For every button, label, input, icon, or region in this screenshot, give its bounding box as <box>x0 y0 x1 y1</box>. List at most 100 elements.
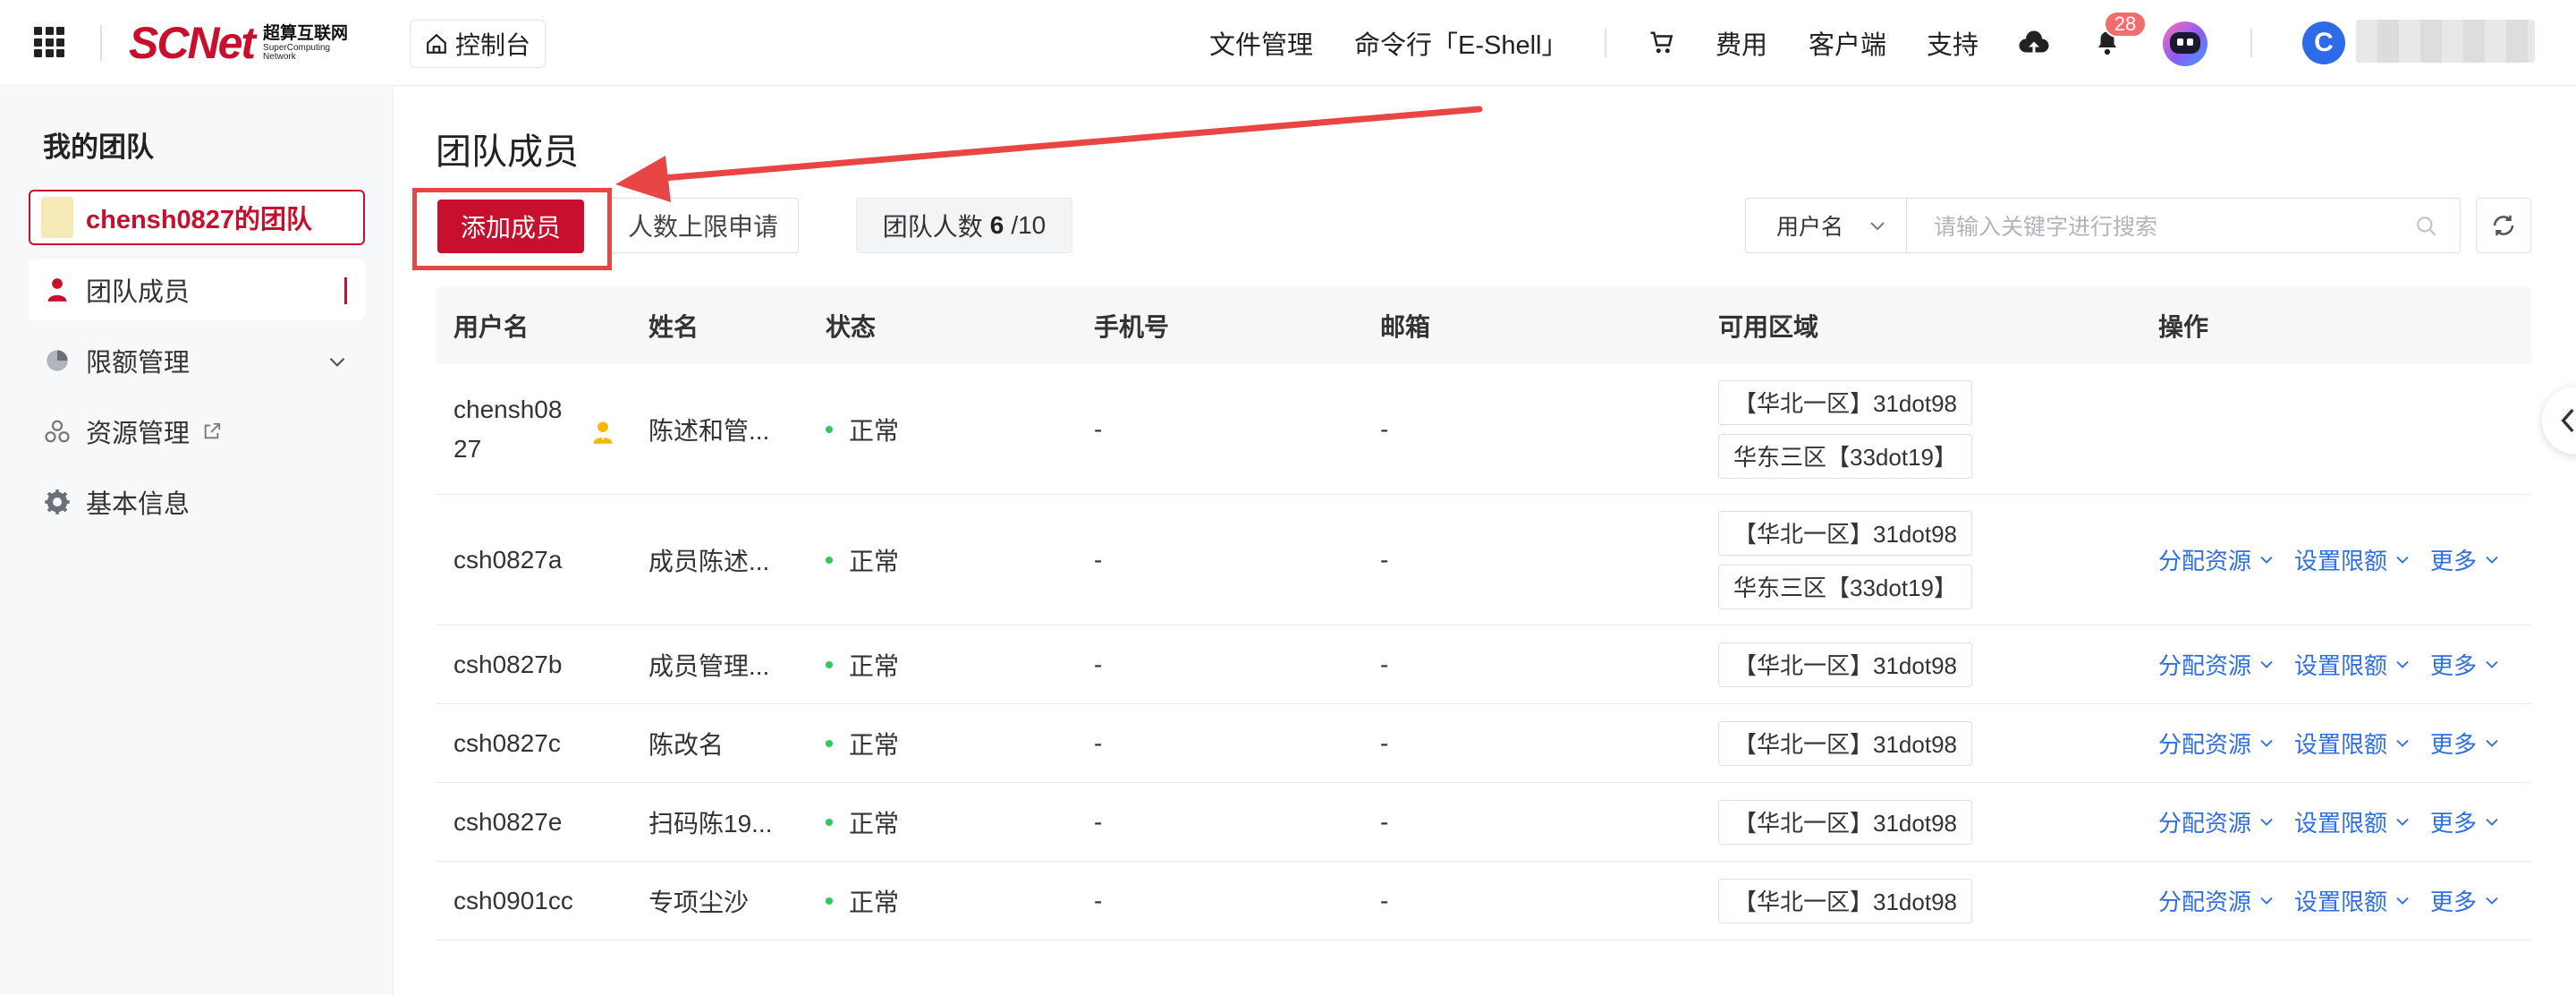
cell-status: 正常 <box>826 542 899 578</box>
cloud-upload-icon[interactable] <box>2016 25 2052 61</box>
divider <box>2250 29 2252 57</box>
assign-resource-link[interactable]: 分配资源 <box>2158 543 2275 576</box>
sidebar-item-label: 团队成员 <box>86 278 191 307</box>
team-selector[interactable]: chensh0827的团队 <box>29 190 365 245</box>
set-quota-link[interactable]: 设置限额 <box>2294 727 2411 760</box>
chevron-down-icon <box>2260 897 2273 905</box>
cell-username: csh0901cc <box>453 886 573 914</box>
cell-regions: 【华北一区】31dot98 华东三区【33dot19】 <box>1718 510 1972 609</box>
cell-name: 成员陈述... <box>648 547 770 575</box>
logo-en: SuperComputing Network <box>263 42 331 62</box>
cell-actions: 分配资源 设置限额 更多 <box>2158 727 2500 760</box>
cell-status: 正常 <box>826 647 899 683</box>
chevron-down-icon <box>2486 660 2498 668</box>
region-tag: 华东三区【33dot19】 <box>1718 433 1972 479</box>
nav-shell[interactable]: 命令行「E-Shell」 <box>1354 0 1568 86</box>
cell-username: csh0827a <box>453 545 563 574</box>
table-row: csh0827b 成员管理... 正常 - - 【华北一区】31dot98 分配… <box>436 625 2531 704</box>
top-bar: SCNet 超算互联网 SuperComputing Network 控制台 文… <box>0 0 2576 86</box>
cell-username: chensh08 27 <box>453 395 563 463</box>
active-indicator <box>344 277 347 304</box>
pie-chart-icon <box>43 346 72 375</box>
cell-regions: 【华北一区】31dot98 <box>1718 799 1972 845</box>
main-content: 团队成员 添加成员 人数上限申请 团队人数 6 /10 用户名 请输入关键字进行… <box>394 87 2576 995</box>
console-button[interactable]: 控制台 <box>410 20 547 68</box>
cell-email: - <box>1380 886 1389 914</box>
column-header: 邮箱 <box>1380 313 1431 341</box>
nav-files[interactable]: 文件管理 <box>1209 0 1313 86</box>
limit-request-button[interactable]: 人数上限申请 <box>607 198 799 253</box>
gear-icon <box>43 488 72 516</box>
more-link[interactable]: 更多 <box>2430 543 2500 576</box>
assign-resource-link[interactable]: 分配资源 <box>2158 884 2275 917</box>
table-header: 用户名 姓名 状态 手机号 邮箱 可用区域 操作 <box>436 287 2531 364</box>
cell-status: 正常 <box>826 726 899 761</box>
resources-icon <box>43 417 72 446</box>
more-link[interactable]: 更多 <box>2430 727 2500 760</box>
notification-badge: 28 <box>2104 11 2147 38</box>
set-quota-link[interactable]: 设置限额 <box>2294 543 2411 576</box>
cell-email: - <box>1380 545 1389 574</box>
more-link[interactable]: 更多 <box>2430 805 2500 838</box>
column-header: 用户名 <box>453 313 530 341</box>
chevron-down-icon <box>2260 818 2273 826</box>
assign-resource-link[interactable]: 分配资源 <box>2158 805 2275 838</box>
sidebar-item-members[interactable]: 团队成员 <box>29 259 365 320</box>
assign-resource-link[interactable]: 分配资源 <box>2158 648 2275 681</box>
cell-status: 正常 <box>826 412 899 447</box>
team-count-max: /10 <box>1011 211 1046 239</box>
chevron-down-icon <box>2260 556 2273 564</box>
more-link[interactable]: 更多 <box>2430 884 2500 917</box>
nav-support[interactable]: 支持 <box>1927 0 1979 86</box>
nav-fees[interactable]: 费用 <box>1716 0 1767 86</box>
more-link[interactable]: 更多 <box>2430 648 2500 681</box>
search-field-select[interactable]: 用户名 <box>1745 198 1906 253</box>
cell-name: 扫码陈19... <box>648 809 773 838</box>
refresh-button[interactable] <box>2476 198 2531 253</box>
cell-actions: 分配资源 设置限额 更多 <box>2158 648 2500 681</box>
sidebar-item-resources[interactable]: 资源管理 <box>29 401 365 462</box>
region-tag: 【华北一区】31dot98 <box>1718 720 1972 766</box>
table-row: csh0827e 扫码陈19... 正常 - - 【华北一区】31dot98 分… <box>436 783 2531 862</box>
user-avatar[interactable]: C <box>2302 21 2345 64</box>
column-header: 姓名 <box>648 313 699 341</box>
cell-regions: 【华北一区】31dot98 <box>1718 878 1972 923</box>
cell-regions: 【华北一区】31dot98 <box>1718 720 1972 766</box>
column-header: 可用区域 <box>1718 313 1819 341</box>
table-row: csh0827a 成员陈述... 正常 - - 【华北一区】31dot98 华东… <box>436 495 2531 625</box>
assign-resource-link[interactable]: 分配资源 <box>2158 727 2275 760</box>
table-row: csh0827c 陈改名 正常 - - 【华北一区】31dot98 分配资源 设… <box>436 704 2531 783</box>
team-count-current: 6 <box>989 211 1004 239</box>
nav-client[interactable]: 客户端 <box>1809 0 1886 86</box>
region-tag: 华东三区【33dot19】 <box>1718 564 1972 609</box>
cell-username: csh0827e <box>453 807 563 836</box>
apps-grid-icon[interactable] <box>34 27 64 57</box>
column-header: 操作 <box>2158 313 2209 341</box>
assistant-robot-icon[interactable] <box>2163 21 2207 66</box>
search-icon[interactable] <box>2415 215 2438 238</box>
status-dot <box>826 739 833 747</box>
team-count: 团队人数 6 /10 <box>856 198 1072 253</box>
cell-email: - <box>1380 728 1389 757</box>
user-name-redacted <box>2356 20 2535 63</box>
cell-name: 专项尘沙 <box>648 888 750 916</box>
sidebar-item-quota[interactable]: 限额管理 <box>29 330 365 391</box>
chevron-down-icon <box>329 357 345 367</box>
set-quota-link[interactable]: 设置限额 <box>2294 805 2411 838</box>
cell-phone: - <box>1094 414 1103 443</box>
chevron-down-icon <box>2486 818 2498 826</box>
set-quota-link[interactable]: 设置限额 <box>2294 648 2411 681</box>
region-tag: 【华北一区】31dot98 <box>1718 510 1972 556</box>
logo[interactable]: SCNet 超算互联网 SuperComputing Network <box>129 18 348 68</box>
cart-icon[interactable] <box>1644 25 1680 61</box>
sidebar-item-label: 资源管理 <box>86 420 191 448</box>
annotation-highlight-box <box>412 188 612 270</box>
sidebar-item-basic-info[interactable]: 基本信息 <box>29 472 365 532</box>
search-input[interactable]: 请输入关键字进行搜索 <box>1906 198 2461 253</box>
sidebar-title: 我的团队 <box>43 132 154 163</box>
chevron-down-icon <box>2260 739 2273 747</box>
user-icon <box>43 276 72 304</box>
region-tag: 【华北一区】31dot98 <box>1718 379 1972 425</box>
cell-regions: 【华北一区】31dot98 华东三区【33dot19】 <box>1718 379 1972 479</box>
set-quota-link[interactable]: 设置限额 <box>2294 884 2411 917</box>
